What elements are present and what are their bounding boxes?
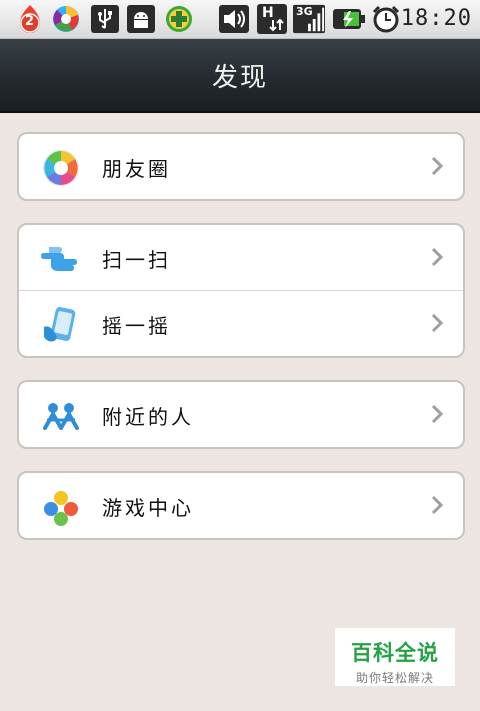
notification-badge-icon[interactable]: 2 [14, 3, 46, 35]
menu-item-label: 附近的人 [102, 405, 194, 429]
hspa-data-icon: H [256, 3, 288, 35]
notification-count: 2 [25, 14, 35, 29]
security-plus-icon[interactable] [163, 3, 195, 35]
chevron-right-icon [431, 247, 443, 267]
alarm-clock-icon [370, 3, 402, 35]
chevron-right-icon [431, 313, 443, 333]
battery-charging-icon [332, 3, 366, 35]
usb-icon [89, 3, 121, 35]
menu-item-label: 朋友圈 [102, 157, 171, 181]
signal-label: 3G [296, 5, 313, 18]
menu-item-label: 游戏中心 [102, 496, 194, 520]
moments-aperture-icon [41, 148, 81, 188]
page-title: 发现 [211, 63, 268, 93]
menu-item-label: 扫一扫 [102, 248, 171, 272]
watermark-logo: 百科全说 助你轻松解决 [335, 628, 455, 686]
status-time: 18:20 [400, 6, 472, 31]
menu-item-game-center[interactable]: 游戏中心 [19, 473, 463, 538]
menu-item-shake[interactable]: 摇一摇 [19, 290, 463, 356]
nearby-people-icon [41, 396, 81, 436]
menu-group-nearby: 附近的人 [17, 380, 465, 449]
menu-item-label: 摇一摇 [102, 314, 171, 338]
shake-phone-icon [41, 305, 81, 345]
android-debug-icon [125, 3, 157, 35]
scan-hand-icon [41, 239, 81, 279]
watermark-subtitle: 助你轻松解决 [355, 671, 434, 685]
chevron-right-icon [431, 404, 443, 424]
menu-item-nearby[interactable]: 附近的人 [19, 382, 463, 447]
menu-group-scan-shake: 扫一扫 摇一摇 [17, 223, 465, 358]
volume-icon [218, 3, 250, 35]
status-bar: 2 H 3G 18:20 [0, 0, 480, 39]
menu-group-moments: 朋友圈 [17, 132, 465, 201]
watermark-title: 百科全说 [351, 641, 439, 665]
chevron-right-icon [431, 156, 443, 176]
menu-group-games: 游戏中心 [17, 471, 465, 540]
chevron-right-icon [431, 495, 443, 515]
network-type-label: H [262, 5, 274, 21]
app-store-icon[interactable] [50, 3, 82, 35]
game-center-icon [41, 487, 81, 527]
menu-item-moments[interactable]: 朋友圈 [19, 134, 463, 199]
menu-item-scan[interactable]: 扫一扫 [19, 225, 463, 290]
title-bar: 发现 [0, 39, 480, 113]
signal-3g-icon: 3G [293, 3, 325, 35]
